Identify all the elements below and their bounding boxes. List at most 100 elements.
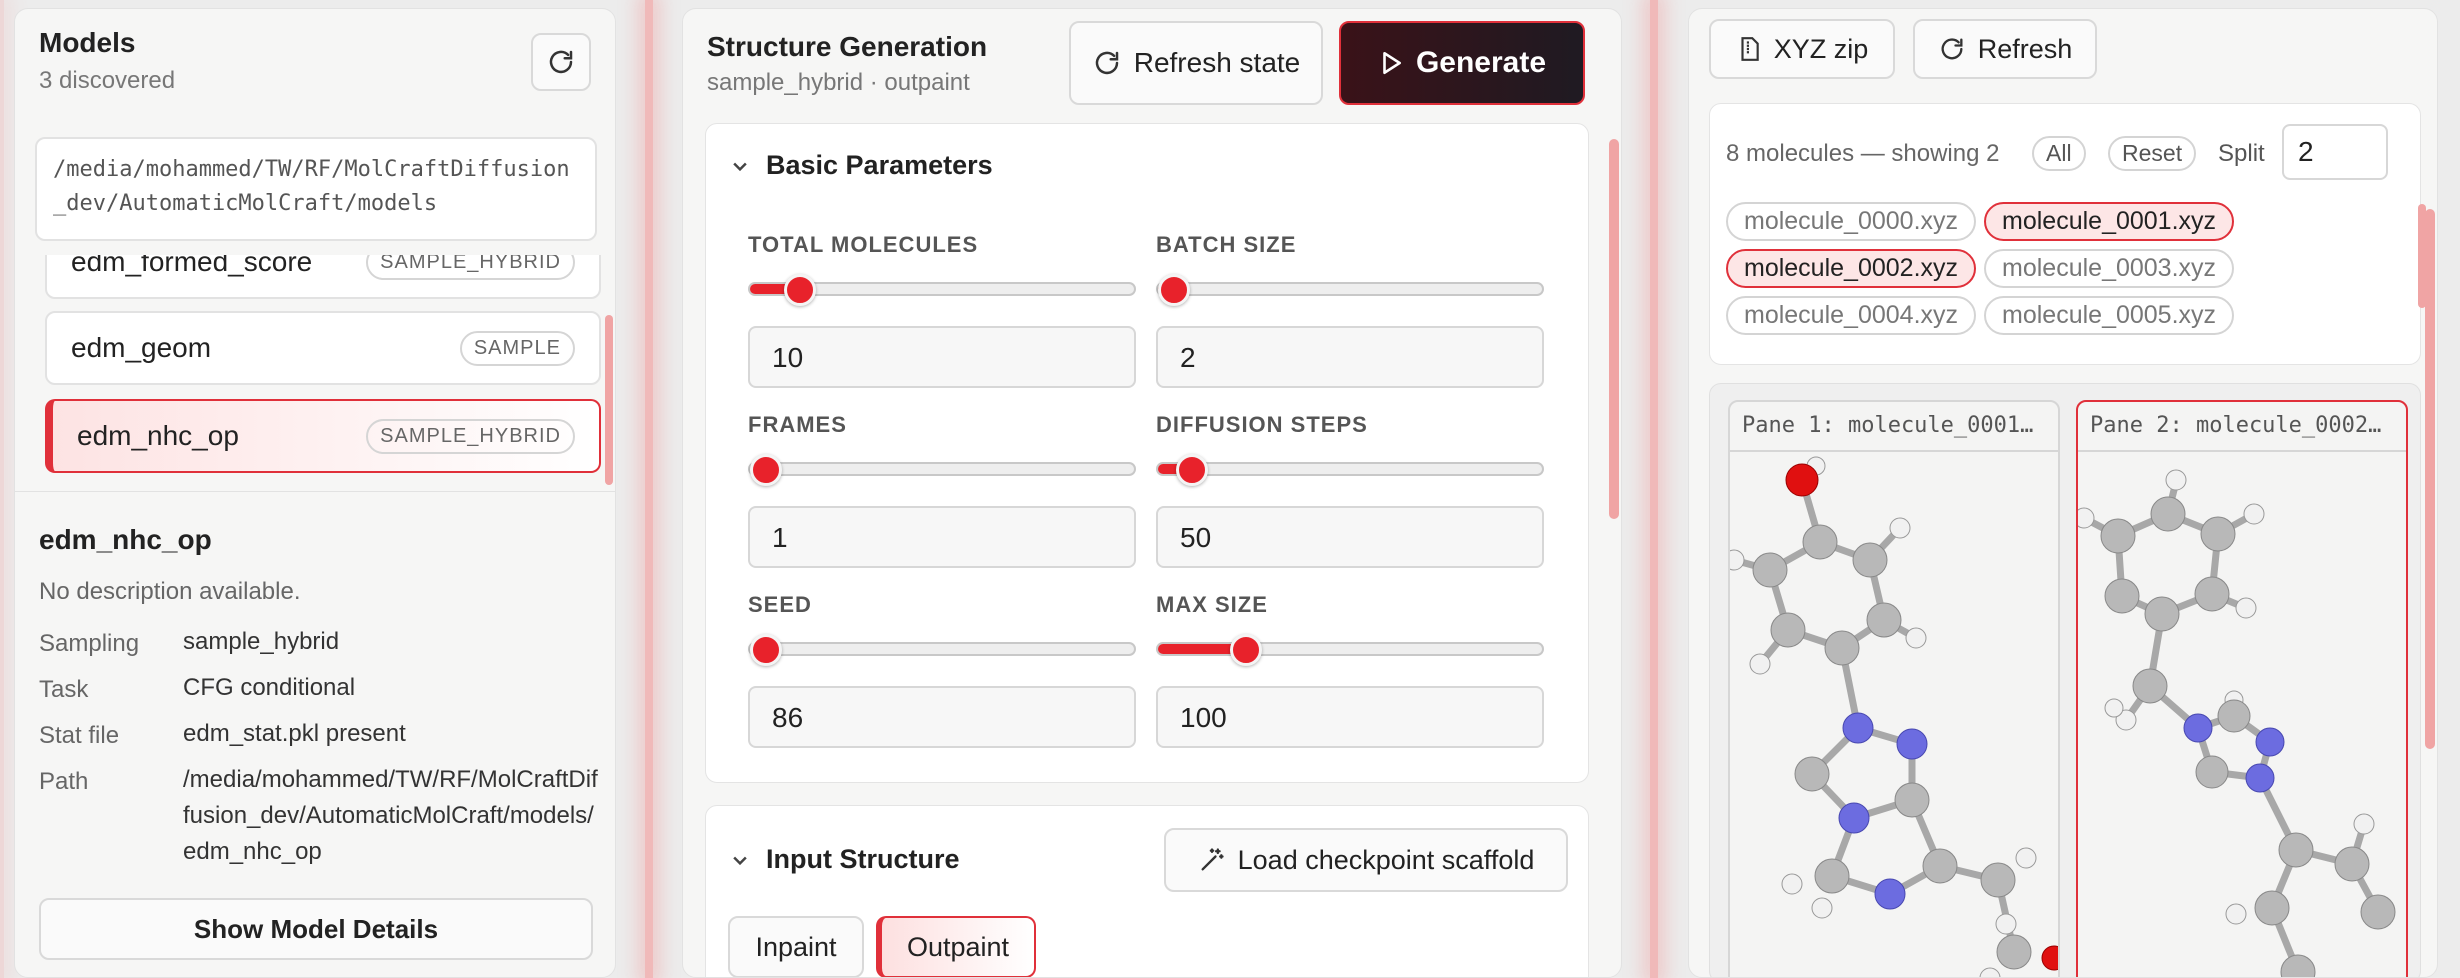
viewer-pane-1[interactable]: Pane 1: molecule_0001… bbox=[1728, 400, 2060, 978]
molecule-3d-view-1[interactable] bbox=[1730, 452, 2060, 978]
outpaint-toggle[interactable]: Outpaint bbox=[876, 916, 1036, 977]
divider-glow-edge bbox=[0, 0, 4, 978]
max-size-label: MAX SIZE bbox=[1156, 592, 1268, 617]
model-item-name: edm_nhc_op bbox=[77, 420, 239, 451]
model-item-name: edm_formed_score bbox=[71, 255, 313, 277]
model-details: edm_nhc_op No description available. Sam… bbox=[15, 491, 615, 977]
max-size-thumb[interactable] bbox=[1230, 634, 1262, 666]
total-molecules-input[interactable]: 10 bbox=[748, 326, 1136, 388]
reset-button[interactable]: Reset bbox=[2108, 136, 2197, 171]
load-checkpoint-label: Load checkpoint scaffold bbox=[1237, 844, 1535, 875]
viewer-scrollbar[interactable] bbox=[2425, 209, 2435, 749]
refresh-state-button[interactable]: Refresh state bbox=[1069, 21, 1323, 105]
generation-scrollbar[interactable] bbox=[1609, 139, 1619, 519]
molecule-file-list: molecule_0000.xyz molecule_0001.xyz mole… bbox=[1726, 202, 2256, 335]
file-zip-icon bbox=[1741, 37, 1759, 61]
models-panel: Models 3 discovered /media/mohammed/TW/R… bbox=[14, 8, 616, 978]
model-item-badge: SAMPLE bbox=[459, 330, 575, 366]
seed-label: SEED bbox=[748, 592, 812, 617]
show-model-details-button[interactable]: Show Model Details bbox=[39, 898, 593, 960]
molecule-file-chip[interactable]: molecule_0004.xyz bbox=[1726, 296, 1977, 335]
xyz-zip-button[interactable]: XYZ zip bbox=[1709, 19, 1895, 79]
viewer-panel: XYZ zip Refresh 8 molecules — showing 2 … bbox=[1688, 8, 2438, 978]
molecule-file-chip-selected[interactable]: molecule_0001.xyz bbox=[1984, 202, 2235, 241]
generate-button[interactable]: Generate bbox=[1339, 21, 1585, 105]
magic-wand-icon bbox=[1201, 848, 1224, 871]
batch-size-thumb[interactable] bbox=[1158, 274, 1190, 306]
molecule-atoms bbox=[1730, 456, 2058, 977]
sampling-label: Sampling bbox=[39, 630, 140, 657]
batch-size-label: BATCH SIZE bbox=[1156, 232, 1297, 257]
seed-input[interactable]: 86 bbox=[748, 686, 1136, 748]
molecule-selector-card: 8 molecules — showing 2 All Reset Split … bbox=[1709, 103, 2426, 365]
basic-parameters-header[interactable]: Basic Parameters bbox=[730, 150, 993, 181]
all-button[interactable]: All bbox=[2032, 136, 2086, 171]
path-value: /media/mohammed/TW/RF/MolCraftDiffusion_… bbox=[183, 766, 598, 865]
generation-subtitle: sample_hybrid · outpaint bbox=[707, 69, 970, 96]
molecule-bonds bbox=[1730, 464, 2018, 956]
viewer-panes: Pane 1: molecule_0001… Pane 2: molecule_… bbox=[1709, 383, 2421, 978]
chevron-down-icon bbox=[733, 162, 747, 171]
load-checkpoint-scaffold-button[interactable]: Load checkpoint scaffold bbox=[1164, 828, 1568, 892]
input-structure-title: Input Structure bbox=[766, 844, 960, 874]
diffusion-steps-label: DIFFUSION STEPS bbox=[1156, 412, 1368, 437]
viewer-pane-2[interactable]: Pane 2: molecule_0002… bbox=[2076, 400, 2408, 978]
frames-slider[interactable] bbox=[748, 454, 1136, 486]
seed-thumb[interactable] bbox=[750, 634, 782, 666]
total-molecules-slider[interactable] bbox=[748, 274, 1136, 306]
diffusion-steps-thumb[interactable] bbox=[1176, 454, 1208, 486]
seed-slider[interactable] bbox=[748, 634, 1136, 666]
divider-glow-left bbox=[645, 0, 653, 978]
models-path: /media/mohammed/TW/RF/MolCraftDiffusion_… bbox=[53, 157, 570, 216]
diffusion-steps-input[interactable]: 50 bbox=[1156, 506, 1544, 568]
refresh-icon bbox=[549, 50, 573, 74]
model-item-name: edm_geom bbox=[71, 332, 212, 363]
molecule-file-chip[interactable]: molecule_0000.xyz bbox=[1726, 202, 1977, 241]
batch-size-input[interactable]: 2 bbox=[1156, 326, 1544, 388]
refresh-state-label: Refresh state bbox=[1133, 47, 1301, 78]
model-item-edm-geom[interactable]: edm_geom SAMPLE bbox=[45, 311, 601, 385]
total-molecules-thumb[interactable] bbox=[784, 274, 816, 306]
models-refresh-button[interactable] bbox=[531, 33, 591, 91]
generation-title: Structure Generation bbox=[707, 31, 988, 62]
pane-2-title: Pane 2: molecule_0002… bbox=[2078, 402, 2406, 452]
model-item-edm-formed-score[interactable]: edm_formed_score SAMPLE_HYBRID bbox=[45, 255, 601, 299]
split-input[interactable]: 2 bbox=[2282, 124, 2388, 180]
model-item-badge: SAMPLE_HYBRID bbox=[366, 418, 575, 454]
molecule-atoms bbox=[2078, 469, 2396, 977]
inpaint-toggle[interactable]: Inpaint bbox=[728, 916, 864, 977]
molecule-summary: 8 molecules — showing 2 bbox=[1726, 140, 2000, 167]
generation-panel: Structure Generation sample_hybrid · out… bbox=[682, 8, 1622, 978]
frames-thumb[interactable] bbox=[750, 454, 782, 486]
models-path-box: /media/mohammed/TW/RF/MolCraftDiffusion_… bbox=[35, 137, 597, 241]
batch-size-slider[interactable] bbox=[1156, 274, 1544, 306]
molecule-file-chip[interactable]: molecule_0005.xyz bbox=[1984, 296, 2235, 335]
show-model-details-label: Show Model Details bbox=[193, 913, 439, 944]
max-size-slider[interactable] bbox=[1156, 634, 1544, 666]
path-label: Path bbox=[39, 768, 89, 795]
model-item-edm-nhc-op[interactable]: edm_nhc_op SAMPLE_HYBRID bbox=[45, 399, 601, 473]
basic-parameters-card: Basic Parameters TOTAL MOLECULES 10 BATC… bbox=[705, 123, 1589, 783]
input-structure-card: Input Structure Load checkpoint scaffold… bbox=[705, 805, 1589, 977]
models-title: Models bbox=[39, 27, 136, 58]
basic-parameters-title: Basic Parameters bbox=[766, 150, 993, 180]
molecule-3d-view-2[interactable] bbox=[2078, 452, 2408, 978]
frames-input[interactable]: 1 bbox=[748, 506, 1136, 568]
frames-label: FRAMES bbox=[748, 412, 847, 437]
diffusion-steps-slider[interactable] bbox=[1156, 454, 1544, 486]
split-label: Split bbox=[2218, 140, 2265, 167]
molecule-file-chip[interactable]: molecule_0003.xyz bbox=[1984, 249, 2235, 288]
refresh-icon bbox=[1095, 51, 1118, 75]
inpaint-label: Inpaint bbox=[755, 931, 837, 962]
models-count: 3 discovered bbox=[39, 67, 176, 94]
divider-glow-middle bbox=[1650, 0, 1658, 978]
molecule-file-chip-selected[interactable]: molecule_0002.xyz bbox=[1726, 249, 1977, 288]
outpaint-label: Outpaint bbox=[906, 931, 1010, 962]
model-list-scrollbar[interactable] bbox=[605, 315, 613, 485]
generate-label: Generate bbox=[1415, 46, 1547, 79]
selected-model-description: No description available. bbox=[39, 578, 301, 605]
viewer-refresh-button[interactable]: Refresh bbox=[1913, 19, 2097, 79]
model-item-badge: SAMPLE_HYBRID bbox=[366, 255, 575, 280]
max-size-input[interactable]: 100 bbox=[1156, 686, 1544, 748]
input-structure-header[interactable]: Input Structure bbox=[730, 844, 960, 875]
